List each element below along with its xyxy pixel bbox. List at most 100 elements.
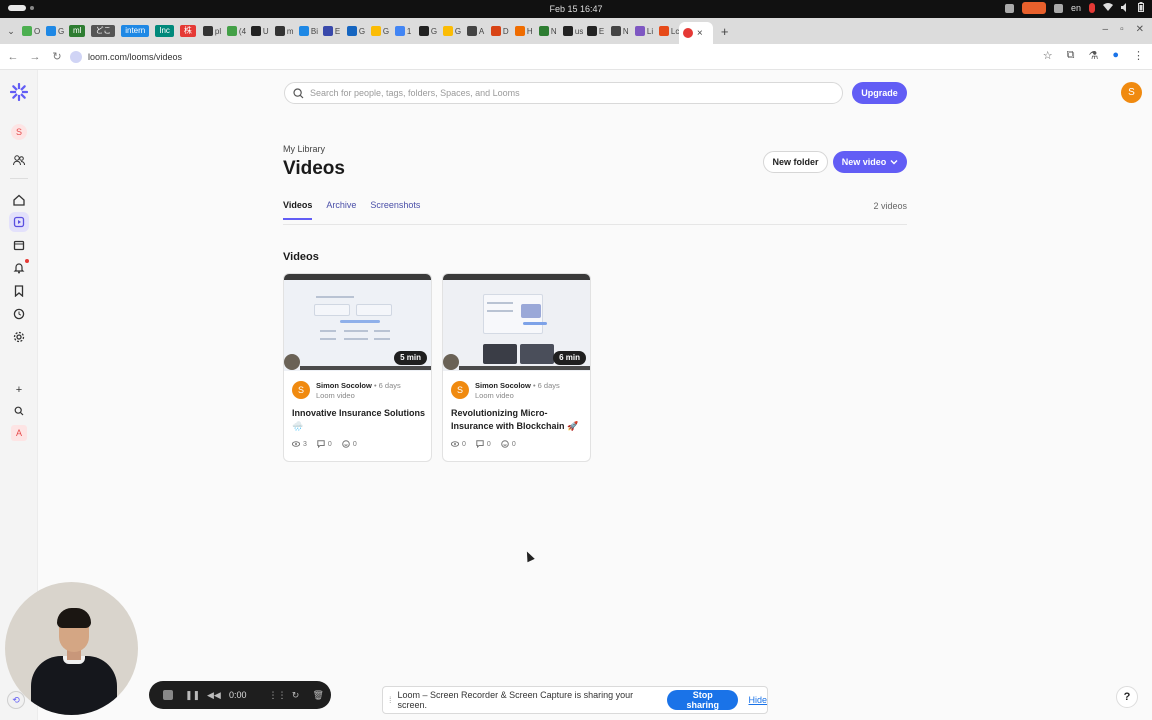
os-clock[interactable]: Feb 15 16:47 [0, 4, 1152, 14]
user-avatar[interactable]: S [1121, 82, 1142, 103]
address-bar[interactable]: loom.com/looms/videos [70, 47, 1030, 67]
browser-tab[interactable]: O [18, 21, 42, 41]
battery-icon[interactable] [1138, 2, 1144, 14]
drag-handle-icon[interactable]: ⋮⋮ [269, 690, 287, 701]
tab-archive[interactable]: Archive [326, 200, 356, 220]
owner-name[interactable]: Simon Socolow [475, 381, 531, 390]
reload-button[interactable]: ↻ [46, 50, 68, 63]
breadcrumb[interactable]: My Library [283, 144, 325, 154]
browser-tab[interactable]: N [607, 21, 631, 41]
browser-tab[interactable]: G [367, 21, 391, 41]
browser-tab[interactable]: H [511, 21, 535, 41]
add-icon[interactable]: + [9, 380, 29, 400]
browser-tab[interactable]: Inc [155, 25, 174, 37]
workspace-avatar[interactable]: S [9, 122, 29, 142]
search-rail-icon[interactable] [9, 401, 29, 421]
wifi-icon[interactable] [1103, 2, 1113, 14]
bookmark-star-icon[interactable]: ☆ [1043, 49, 1053, 62]
labs-icon[interactable]: ⚗ [1088, 49, 1098, 62]
video-thumbnail[interactable]: 6 min [443, 274, 590, 371]
browser-tab[interactable]: Lc [655, 21, 679, 41]
rewind-icon[interactable]: ◀◀ [207, 690, 221, 701]
calendar-icon[interactable] [9, 235, 29, 255]
search-bar[interactable] [284, 82, 843, 104]
clock-history-icon[interactable] [9, 304, 29, 324]
browser-tab[interactable]: Bi [295, 21, 319, 41]
notification-dot [25, 259, 29, 263]
members-icon[interactable] [9, 150, 29, 170]
browser-tab[interactable]: N [535, 21, 559, 41]
new-folder-button[interactable]: New folder [763, 151, 828, 173]
video-thumbnail[interactable]: 5 min [284, 274, 431, 371]
video-title[interactable]: Innovative Insurance Solutions 🌧️ [292, 407, 430, 433]
webcam-bubble[interactable] [5, 582, 138, 715]
browser-tab[interactable]: A [463, 21, 487, 41]
browser-tab[interactable]: Li [631, 21, 655, 41]
browser-tab[interactable]: E [319, 21, 343, 41]
owner-name[interactable]: Simon Socolow [316, 381, 372, 390]
tray-icon[interactable] [1004, 3, 1014, 13]
new-video-button[interactable]: New video [833, 151, 907, 173]
profile-icon[interactable]: ● [1112, 49, 1119, 62]
stop-recording-button[interactable] [163, 690, 173, 700]
help-button[interactable]: ? [1116, 686, 1138, 708]
tab-screenshots[interactable]: Screenshots [370, 200, 420, 220]
bookmark-icon[interactable] [9, 281, 29, 301]
maximize-button[interactable]: ▫ [1120, 24, 1124, 35]
browser-tab[interactable]: 1 [391, 21, 415, 41]
browser-tab[interactable]: どこ [91, 25, 116, 37]
upgrade-button[interactable]: Upgrade [852, 82, 907, 104]
owner-avatar[interactable]: S [292, 381, 310, 399]
site-info-icon[interactable] [70, 51, 82, 63]
browser-tab[interactable]: D [487, 21, 511, 41]
browser-tab[interactable]: ml [69, 25, 86, 37]
drag-grip-icon[interactable]: ⁞ [389, 695, 392, 705]
notifications-bell-icon[interactable] [9, 258, 29, 278]
home-icon[interactable] [9, 190, 29, 210]
tab-videos[interactable]: Videos [283, 200, 313, 220]
video-card[interactable]: 6 min S Simon Socolow • 6 days Loom vide… [442, 273, 591, 462]
browser-tab[interactable]: pl [199, 21, 223, 41]
browser-tab[interactable]: E [583, 21, 607, 41]
tab-active-loom[interactable]: × [678, 22, 713, 44]
library-icon[interactable] [9, 212, 29, 232]
browser-tab[interactable]: U [247, 21, 271, 41]
close-window-button[interactable]: ✕ [1136, 24, 1144, 35]
loom-logo-icon[interactable] [9, 82, 29, 102]
url-text[interactable]: loom.com/looms/videos [88, 52, 182, 62]
browser-tab[interactable]: G [343, 21, 367, 41]
search-input[interactable] [310, 88, 810, 98]
camera-options-icon[interactable]: ⟲ [7, 691, 25, 709]
new-tab-button[interactable]: + [721, 24, 729, 39]
back-button[interactable]: ← [2, 51, 24, 63]
tab-close-icon[interactable]: × [697, 28, 703, 39]
video-title[interactable]: Revolutionizing Micro-Insurance with Blo… [451, 407, 589, 433]
screen-record-icon[interactable] [1021, 2, 1046, 14]
browser-tab[interactable]: 株 [179, 25, 196, 37]
app-avatar[interactable]: A [9, 423, 29, 443]
microphone-icon[interactable] [1089, 3, 1095, 13]
tray-icon-2[interactable] [1053, 3, 1063, 13]
trash-icon[interactable]: 🗑 [313, 690, 324, 701]
forward-button[interactable]: → [24, 51, 46, 63]
browser-menu-icon[interactable]: ⋮ [1133, 49, 1144, 62]
video-card[interactable]: 5 min S Simon Socolow • 6 days Loom vide… [283, 273, 432, 462]
browser-tab[interactable]: us [559, 21, 583, 41]
stop-sharing-button[interactable]: Stop sharing [667, 690, 739, 710]
browser-tab[interactable]: G [415, 21, 439, 41]
settings-gear-icon[interactable] [9, 327, 29, 347]
hide-link[interactable]: Hide [748, 695, 767, 705]
keyboard-language[interactable]: en [1071, 3, 1081, 13]
owner-avatar[interactable]: S [451, 381, 469, 399]
browser-tab[interactable]: G [439, 21, 463, 41]
browser-tab[interactable]: G [42, 21, 66, 41]
volume-icon[interactable] [1121, 2, 1130, 14]
pause-icon[interactable]: ❚❚ [185, 690, 200, 701]
browser-tab[interactable]: m [271, 21, 295, 41]
restart-icon[interactable]: ↻ [291, 690, 301, 701]
tab-search-chevron-icon[interactable]: ⌄ [4, 26, 18, 37]
minimize-button[interactable]: – [1103, 24, 1109, 35]
browser-tab[interactable]: intern [121, 25, 150, 37]
extensions-icon[interactable]: ⧉ [1067, 49, 1075, 62]
browser-tab[interactable]: (4 [223, 21, 247, 41]
